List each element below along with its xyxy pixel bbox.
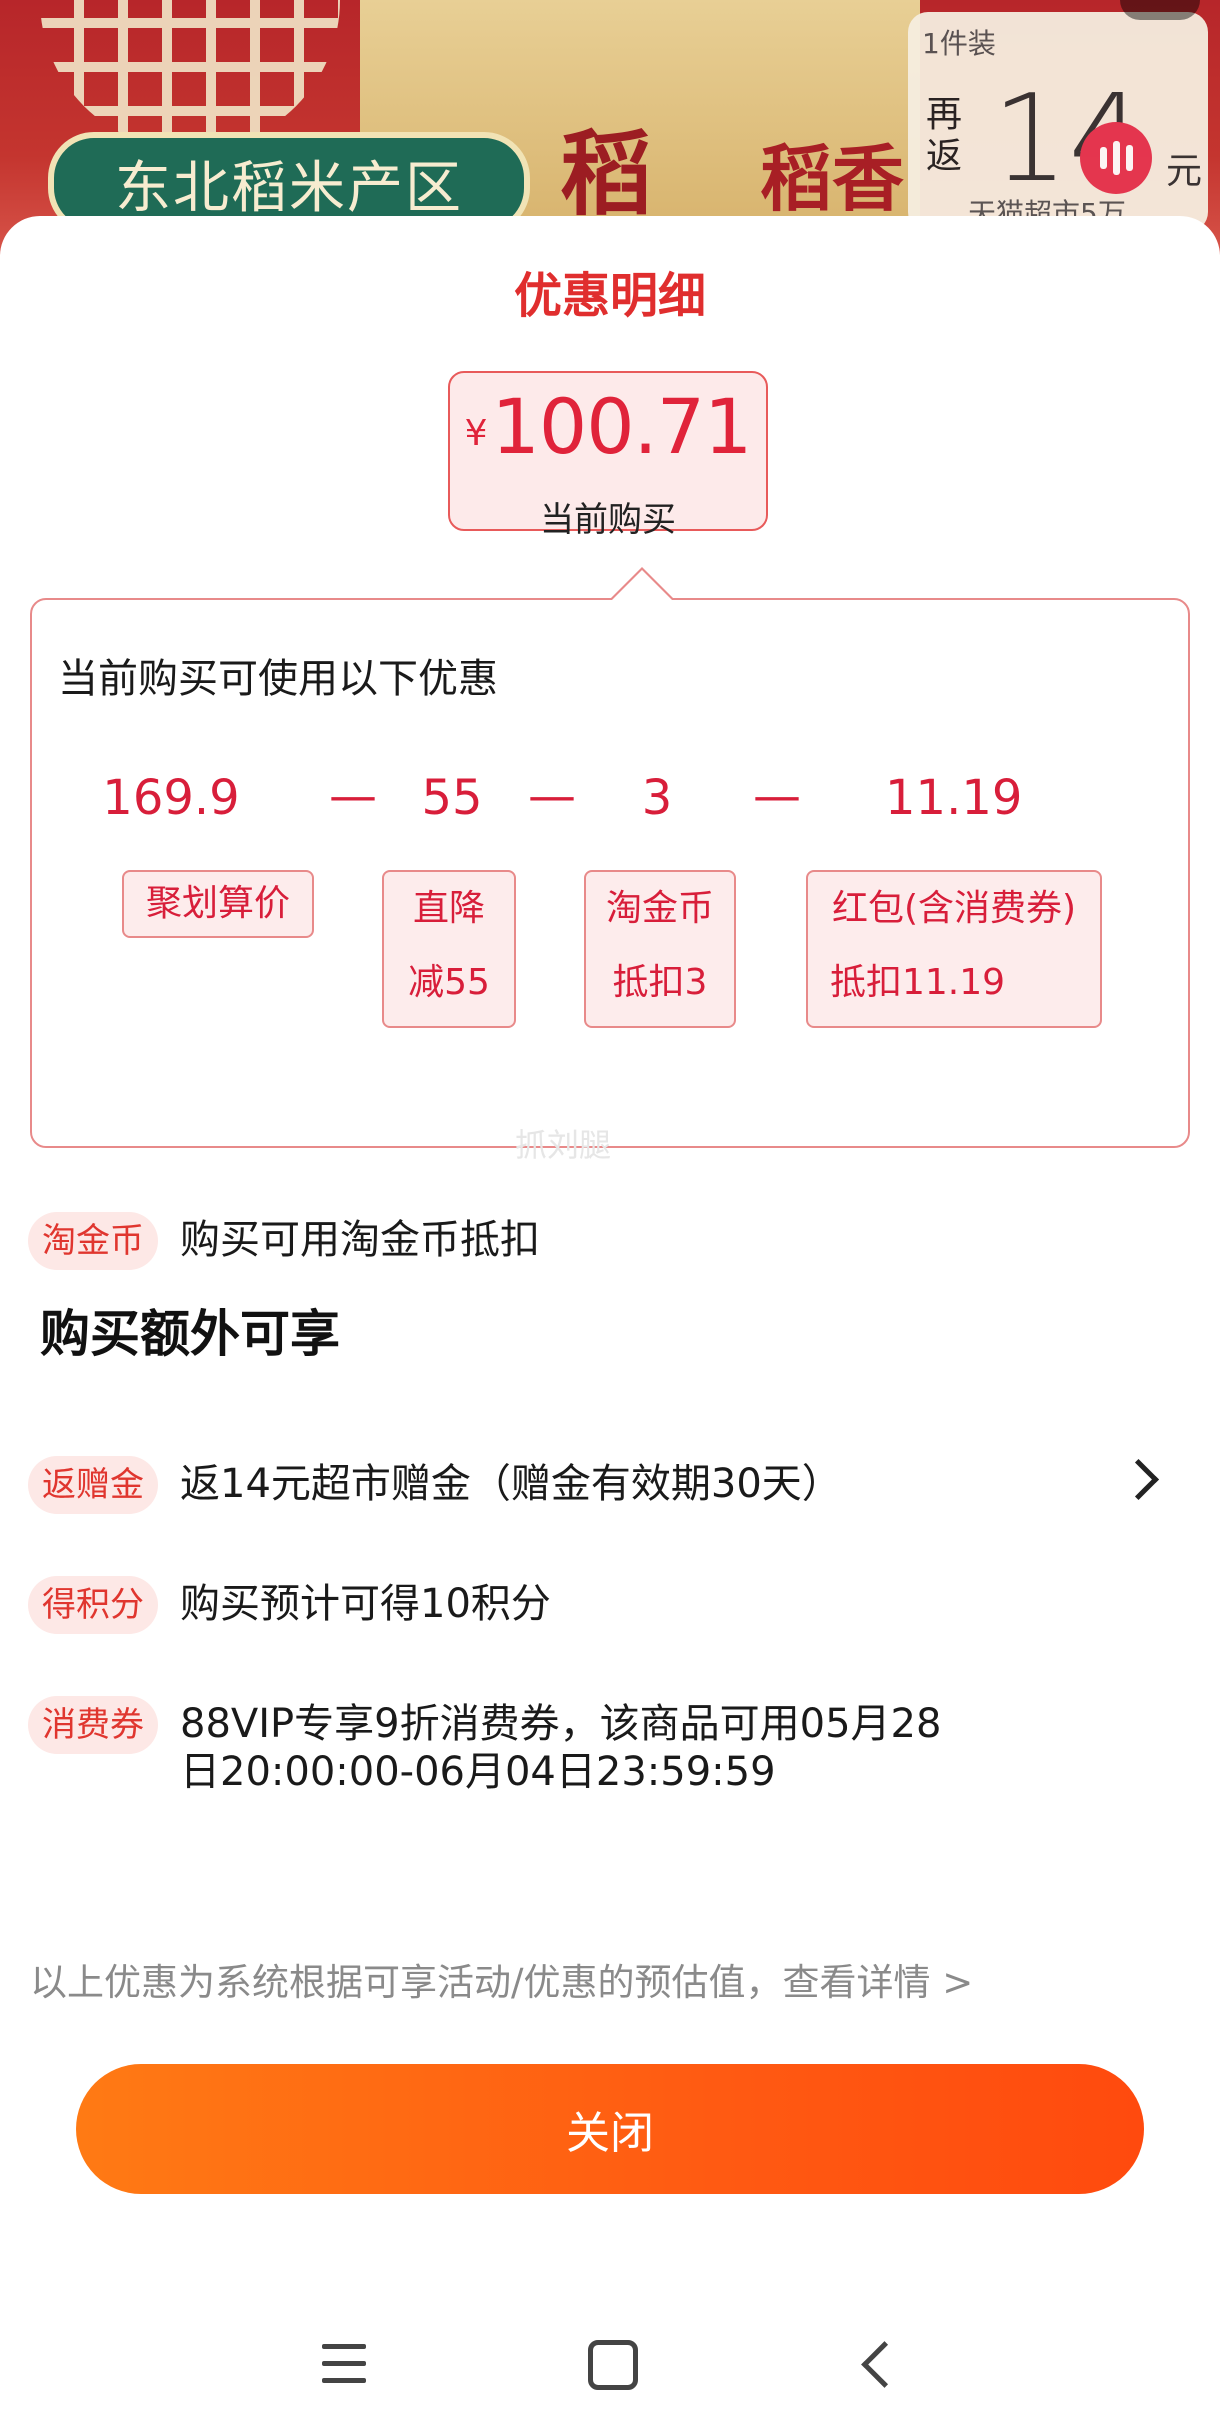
current-price-box: ¥100.71 当前购买	[448, 371, 768, 540]
minus-operator: —	[528, 768, 576, 824]
system-nav-bar	[0, 2300, 1220, 2414]
promo-again-label: 再返	[926, 94, 963, 177]
disclaimer-link[interactable]: 以上优惠为系统根据可享活动/优惠的预估值，查看详情 >	[30, 1952, 973, 2006]
tag-taojinbi: 淘金币 抵扣3	[584, 870, 736, 1028]
audio-bars-icon[interactable]	[1080, 122, 1152, 194]
extra-benefits-heading: 购买额外可享	[40, 1305, 340, 1363]
price-label: 当前购买	[540, 500, 676, 540]
tag-redpacket: 红包(含消费券) 抵扣11.19	[806, 870, 1102, 1028]
calc-value-base: 169.9	[102, 770, 240, 826]
points-row-text: 购买预计可得10积分	[180, 1581, 551, 1627]
tag-detail: 减55	[408, 962, 490, 1003]
close-button[interactable]: 关闭	[76, 2064, 1144, 2194]
discount-calc-box: 当前购买可使用以下优惠 169.9 — 55 — 3 — 11.19 聚划算价 …	[30, 567, 1190, 1148]
sheet-title: 优惠明细	[513, 268, 706, 324]
brand-name-text: 稻香	[760, 136, 905, 221]
tag-label: 聚划算价	[145, 883, 290, 924]
tag-label: 淘金币	[605, 888, 714, 929]
tag-detail: 抵扣11.19	[830, 962, 1006, 1003]
coupon-text-line2: 日20:00:00-06月04日23:59:59	[180, 1749, 776, 1795]
coin-row-text: 购买可用淘金币抵扣	[180, 1217, 540, 1263]
currency-symbol: ¥	[464, 413, 488, 454]
recent-apps-icon[interactable]	[322, 2344, 366, 2383]
calc-heading: 当前购买可使用以下优惠	[58, 656, 498, 702]
tag-direct-discount: 直降 减55	[382, 870, 516, 1028]
minus-operator: —	[753, 768, 801, 824]
discount-detail-sheet: 优惠明细 ¥100.71 当前购买 当前购买可使用以下优惠 169.9 — 55…	[0, 216, 1220, 2414]
coin-row: 淘金币 购买可用淘金币抵扣	[28, 1212, 540, 1282]
coupon-row-text: 88VIP专享9折消费券，该商品可用05月28 日20:00:00-06月04日…	[180, 1696, 941, 1796]
points-row: 得积分 购买预计可得10积分	[28, 1576, 551, 1646]
calc-value-coin: 3	[641, 770, 673, 826]
image-pager-indicator	[1120, 0, 1200, 20]
caret-pointer	[610, 567, 674, 600]
promo-unit: 元	[1166, 151, 1203, 192]
tag-juhuasuan-price: 聚划算价	[122, 870, 314, 938]
calc-value-direct: 55	[421, 770, 483, 826]
calc-value-redpacket: 11.19	[885, 770, 1023, 826]
tag-label: 红包(含消费券)	[831, 888, 1077, 929]
rebate-pill: 返赠金	[28, 1456, 158, 1514]
coupon-pill: 消费券	[28, 1696, 158, 1754]
promo-pack-label: 1件装	[922, 27, 996, 60]
brand-logo-text: 稻	[560, 120, 653, 228]
rebate-row-text: 返14元超市赠金（赠金有效期30天）	[180, 1461, 842, 1507]
coupon-text-line1: 88VIP专享9折消费券，该商品可用05月28	[180, 1701, 942, 1747]
minus-operator: —	[329, 768, 377, 824]
tag-label: 直降	[412, 888, 485, 929]
home-icon[interactable]	[588, 2340, 638, 2390]
rebate-row[interactable]: 返赠金 返14元超市赠金（赠金有效期30天）	[28, 1456, 1158, 1526]
current-price: ¥100.71	[450, 387, 766, 488]
price-amount: 100.71	[491, 382, 752, 471]
coupon-row: 消费券 88VIP专享9折消费券，该商品可用05月28 日20:00:00-06…	[28, 1696, 941, 1806]
back-icon[interactable]	[861, 2341, 908, 2388]
points-pill: 得积分	[28, 1576, 158, 1634]
tag-detail: 抵扣3	[612, 962, 708, 1003]
coin-pill: 淘金币	[28, 1212, 158, 1270]
watermark-text: 抓刘腿	[515, 1126, 612, 1164]
cashback-promo-card: 1件装 再返 14 元 天猫超市5万	[908, 12, 1208, 232]
window-lattice-decoration	[40, 0, 340, 150]
